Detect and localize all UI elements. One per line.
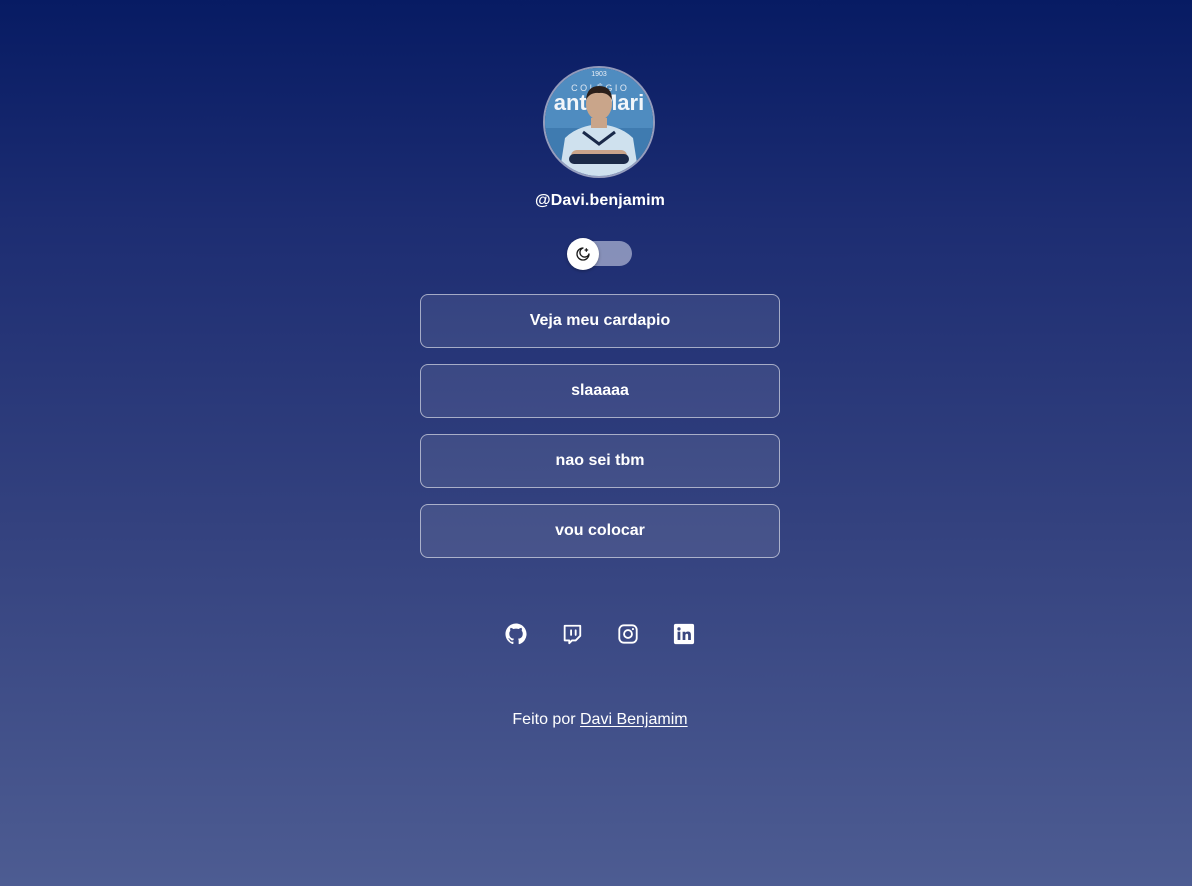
footer-prefix: Feito por xyxy=(512,711,576,728)
avatar-photo: 1903 C O L É G I O antaMari xyxy=(545,68,653,176)
avatar-badge-year: 1903 xyxy=(591,71,607,78)
theme-toggle[interactable] xyxy=(567,238,632,270)
link-button-nao-sei-tbm[interactable]: nao sei tbm xyxy=(420,434,780,488)
avatar: 1903 C O L É G I O antaMari xyxy=(543,66,655,178)
instagram-icon[interactable] xyxy=(616,622,640,646)
author-link[interactable]: Davi Benjamim xyxy=(580,711,688,728)
toggle-knob[interactable] xyxy=(567,238,599,270)
twitch-icon[interactable] xyxy=(560,622,584,646)
social-links xyxy=(0,622,1192,646)
link-button-vou-colocar[interactable]: vou colocar xyxy=(420,504,780,558)
link-list: Veja meu cardapio slaaaaa nao sei tbm vo… xyxy=(420,294,780,574)
link-button-cardapio[interactable]: Veja meu cardapio xyxy=(420,294,780,348)
moon-star-icon xyxy=(576,247,590,261)
link-button-slaaaaa[interactable]: slaaaaa xyxy=(420,364,780,418)
github-icon[interactable] xyxy=(504,622,528,646)
profile-handle: @Davi.benjamim xyxy=(535,192,665,209)
linkedin-icon[interactable] xyxy=(672,622,696,646)
footer: Feito por Davi Benjamim xyxy=(0,711,1192,729)
